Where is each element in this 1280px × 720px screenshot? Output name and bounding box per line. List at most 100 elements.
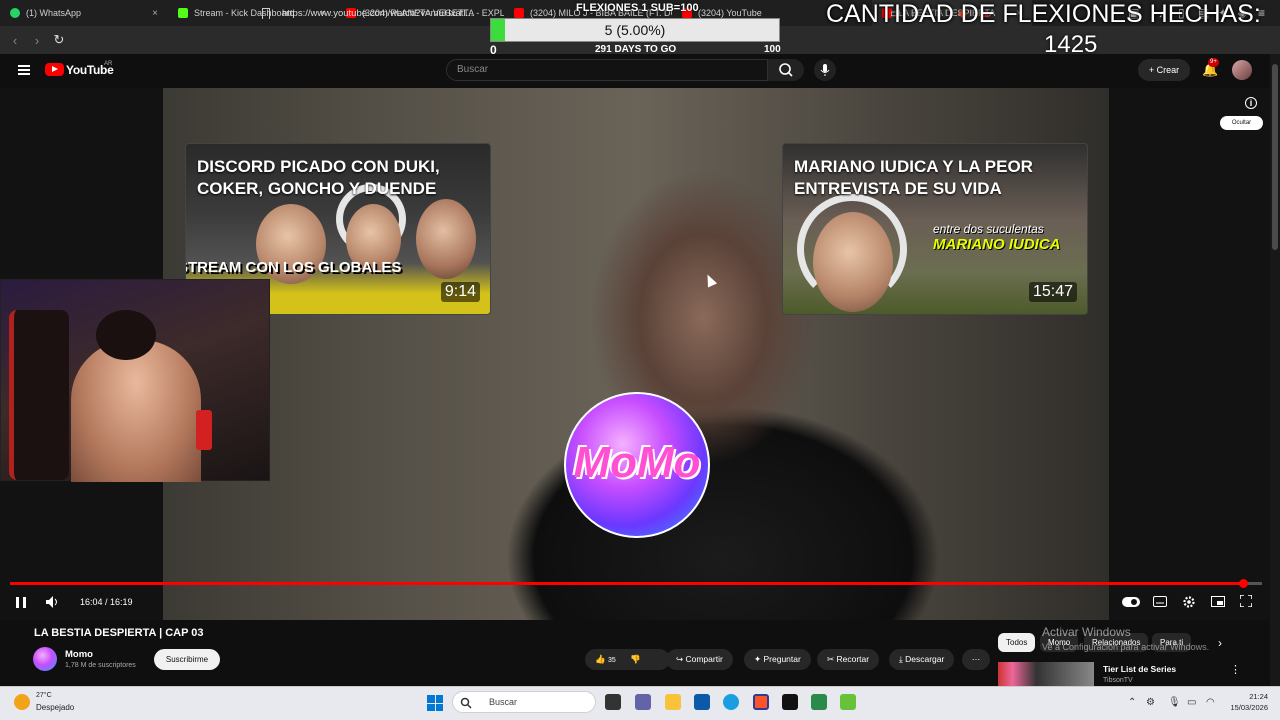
gaming-chair [9,310,69,480]
wifi-icon[interactable]: ◠ [1206,697,1215,708]
task-view-icon[interactable] [605,694,621,710]
scrollbar-thumb[interactable] [1272,64,1278,250]
weather-sun-icon[interactable] [14,694,30,710]
hide-button[interactable]: Ocultar [1220,116,1263,130]
miniplayer-icon[interactable] [1211,596,1225,607]
volume-icon[interactable] [46,596,60,608]
notification-badge: 9+ [1208,58,1219,67]
clock-time: 21:24 [1249,692,1268,701]
clip-button[interactable]: ✂ Recortar [817,649,880,670]
download-button[interactable]: ⤓ Descargar [889,649,955,670]
search-icon [460,697,472,709]
tab-whatsapp[interactable]: (1) WhatsApp × [0,0,168,26]
youtube-logo-icon[interactable] [45,63,64,76]
app-icon[interactable] [811,694,827,710]
progress-max: 100 [764,44,781,55]
recommended-thumbnail[interactable] [998,662,1094,686]
card-duration: 15:47 [1028,282,1077,302]
like-count: 35 [607,657,616,664]
pause-button[interactable] [16,597,26,608]
back-icon[interactable]: ‹ [4,33,26,48]
windows-activation-subtitle: Ve a Configuración para activar Windows. [1042,642,1210,652]
search-input[interactable]: Buscar [446,59,768,81]
pushups-count-title: CANTIDAD DE FLEXIONES HECHAS: [826,0,1261,28]
channel-logo-text: MoMo [573,438,701,487]
url-field[interactable]: https://www.youtube.com/watch?v=muHxatl.… [282,6,502,22]
youtube-icon [514,8,524,18]
microphone [196,410,212,450]
card-title: DISCORD PICADO CON DUKI, COKER, GONCHO Y… [197,157,440,198]
pushups-progress-bar: 5 (5.00%) [490,18,780,42]
weather-temp: 27°C [36,692,52,699]
teams-icon[interactable] [635,694,651,710]
chip-all[interactable]: Todos [998,633,1036,652]
country-code: AR [104,61,113,67]
streamer-webcam [0,279,270,482]
share-button[interactable]: ↪ Compartir [666,649,733,670]
taskbar-clock[interactable]: 21:24 15/03/2026 [1226,691,1268,713]
card-thumbnail-subtext: entre dos suculentas [933,222,1044,236]
more-vert-icon[interactable]: ⋮ [1230,663,1241,676]
seek-bar[interactable] [10,579,1262,588]
ask-button[interactable]: ✦ Preguntar [744,649,811,670]
info-icon[interactable]: i [1245,97,1257,109]
like-button[interactable]: 👍 35 [595,654,616,664]
capcut-icon[interactable] [782,694,798,710]
mic-tray-icon[interactable]: 🎙 [1168,697,1181,708]
display-tray-icon[interactable]: ▭ [1187,697,1196,708]
bookmark-icon[interactable] [262,8,270,19]
channel-avatar[interactable] [33,647,57,671]
network-tray-icon[interactable]: ⚙ [1146,697,1155,708]
search-button[interactable] [768,59,804,81]
chevron-up-icon[interactable]: ⌃ [1128,697,1136,708]
video-title: LA BESTIA DESPIERTA | CAP 03 [34,627,204,639]
recommended-channel: TibsonTV [1103,677,1133,684]
channel-name[interactable]: Momo [65,649,93,660]
close-icon[interactable]: × [152,8,158,19]
create-button[interactable]: + Crear [1138,59,1190,81]
dislike-icon[interactable]: 👎 [630,654,641,664]
pushups-count-value: 1425 [1044,31,1098,58]
streamer-body [71,340,201,482]
windows-activation-title: Activar Windows [1042,625,1131,639]
account-avatar[interactable] [1232,60,1252,80]
whatsapp-icon [10,8,20,18]
edge-icon[interactable] [723,694,739,710]
clock-date: 15/03/2026 [1230,703,1268,712]
brave-icon[interactable] [753,694,769,710]
app-icon[interactable] [840,694,856,710]
time-display: 16:04 / 16:19 [80,597,133,607]
end-screen-card[interactable]: MARIANO IUDICA Y LA PEOR ENTREVISTA DE S… [782,143,1088,315]
menu-icon[interactable] [18,65,30,75]
reload-icon[interactable]: ↻ [48,32,70,48]
recommended-title[interactable]: Tier List de Series [1103,664,1176,674]
youtube-header: YouTube AR Buscar + Crear 🔔 9+ [0,54,1280,88]
chevron-right-icon[interactable]: › [1218,636,1222,650]
forward-icon[interactable]: › [26,33,48,48]
pushups-goal-title: FLEXIONES 1 SUB=100 [576,2,699,14]
thumbnail-face [416,199,476,279]
streamer-head [96,310,156,360]
more-actions-button[interactable]: ⋯ [962,649,990,670]
subtitles-icon[interactable] [1153,596,1167,607]
store-icon[interactable] [694,694,710,710]
subscriber-count: 1,78 M de suscriptores [65,662,136,669]
card-duration: 9:14 [440,282,480,302]
fullscreen-icon[interactable] [1240,595,1252,607]
thumbnail-face [813,212,893,312]
file-explorer-icon[interactable] [665,694,681,710]
channel-watermark-logo[interactable]: MoMo [564,392,710,538]
subscribe-button[interactable]: Suscribirme [154,649,220,670]
windows-start-icon[interactable] [427,695,443,711]
taskbar-search[interactable]: Buscar [452,691,596,713]
autoplay-toggle[interactable] [1122,597,1140,607]
voice-search-button[interactable] [814,59,836,81]
like-dislike-group: 👍 35 👎 [585,649,670,670]
microphone-icon [820,64,830,76]
card-thumbnail-text: STREAM CON LOS GLOBALES [185,259,402,276]
progress-text: 5 (5.00%) [604,22,666,38]
card-title: MARIANO IUDICA Y LA PEOR ENTREVISTA DE S… [794,157,1033,198]
seek-progress [10,582,1244,585]
settings-gear-icon[interactable] [1182,595,1196,609]
card-thumbnail-text: MARIANO IUDICA [933,236,1061,253]
